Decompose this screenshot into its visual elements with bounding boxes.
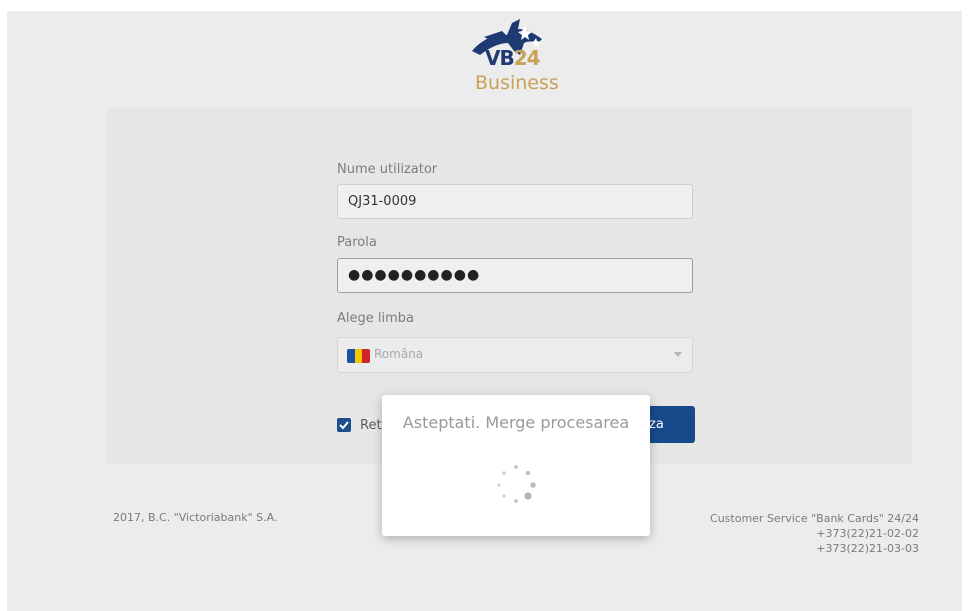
footer-customer-service: Customer Service "Bank Cards" 24/24 +373… — [710, 511, 919, 556]
language-selected-value: Româna — [374, 347, 424, 361]
language-select[interactable]: Româna — [337, 337, 693, 373]
footer-copyright: 2017, B.C. "Victoriabank" S.A. — [113, 511, 278, 524]
romania-flag-icon — [347, 349, 370, 363]
logo-business-text: Business — [475, 72, 559, 94]
logo-vb24-text: VB24 — [485, 46, 541, 70]
language-label: Alege limba — [337, 311, 414, 326]
remember-checkbox[interactable] — [337, 418, 351, 432]
username-input[interactable]: QJ31-0009 — [337, 184, 693, 219]
checkmark-icon — [339, 421, 349, 430]
service-phone-2: +373(22)21-03-03 — [816, 542, 919, 555]
password-input[interactable]: ●●●●●●●●●● — [337, 258, 693, 293]
service-phone-1: +373(22)21-02-02 — [816, 527, 919, 540]
username-label: Nume utilizator — [337, 162, 438, 177]
password-label: Parola — [337, 235, 377, 250]
chevron-down-icon — [674, 352, 682, 357]
service-title: Customer Service "Bank Cards" 24/24 — [710, 512, 919, 525]
loading-spinner-icon — [497, 465, 536, 503]
processing-modal: Asteptati. Merge procesarea — [382, 395, 650, 536]
processing-message: Asteptati. Merge procesarea — [402, 413, 630, 432]
